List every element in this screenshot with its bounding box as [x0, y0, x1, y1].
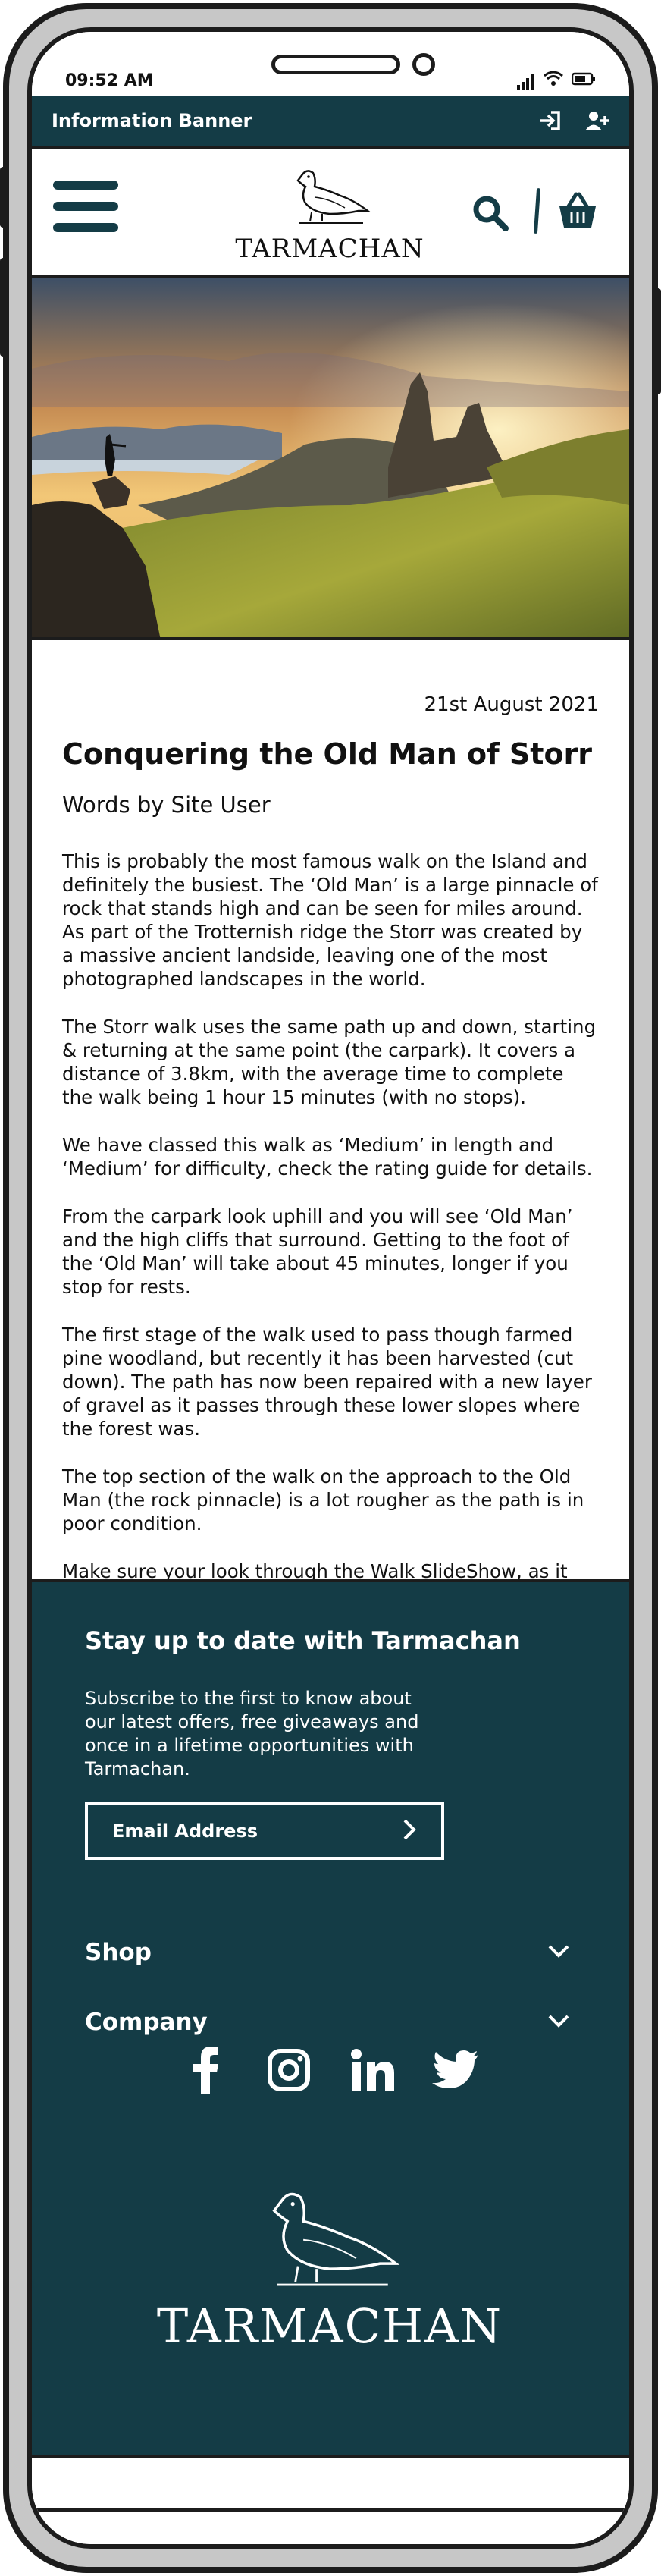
site-header: TARMACHAN	[32, 146, 629, 278]
article: 21st August 2021 Conquering the Old Man …	[32, 640, 629, 1606]
status-time: 09:52 AM	[65, 71, 154, 90]
hamburger-menu-icon[interactable]	[53, 181, 118, 241]
information-banner-label: Information Banner	[52, 110, 252, 131]
footer-logo-text: TARMACHAN	[156, 2298, 503, 2354]
ptarmigan-logo-icon	[272, 2192, 400, 2286]
facebook-icon[interactable]	[180, 2045, 230, 2095]
information-banner: Information Banner	[32, 96, 629, 146]
chevron-right-icon[interactable]	[402, 1818, 417, 1844]
chevron-down-icon	[547, 2013, 570, 2031]
logo-text: TARMACHAN	[235, 234, 424, 264]
status-bar: 09:52 AM	[32, 32, 629, 96]
status-icons	[517, 70, 596, 90]
article-paragraph: The first stage of the walk used to pass…	[62, 1324, 592, 1440]
accordion-label: Company	[85, 2009, 208, 2036]
search-icon[interactable]	[471, 194, 509, 232]
article-paragraph: We have classed this walk as ‘Medium’ in…	[62, 1134, 593, 1180]
front-camera	[412, 53, 435, 76]
footer-logo[interactable]: TARMACHAN	[129, 2182, 531, 2354]
email-input[interactable]: Email Address	[85, 1802, 444, 1860]
wifi-icon	[543, 70, 564, 90]
article-paragraph: The Storr walk uses the same path up and…	[62, 1016, 597, 1108]
footer-accordion-shop[interactable]: Shop	[85, 1939, 570, 1966]
chevron-down-icon	[547, 1943, 570, 1962]
article-paragraph: From the carpark look uphill and you wil…	[62, 1205, 573, 1298]
user-plus-icon[interactable]	[582, 105, 612, 136]
speaker-notch	[271, 55, 400, 74]
article-date: 21st August 2021	[424, 693, 599, 716]
newsletter-text: Subscribe to the first to know about our…	[85, 1688, 419, 1780]
bottom-safe-area	[32, 2458, 629, 2544]
twitter-icon[interactable]	[431, 2045, 481, 2095]
email-placeholder: Email Address	[112, 1820, 258, 1842]
article-paragraph: The top section of the walk on the appro…	[62, 1465, 584, 1535]
linkedin-icon[interactable]	[347, 2045, 397, 2095]
header-divider	[533, 187, 541, 234]
article-body: This is probably the most famous walk on…	[62, 850, 599, 1631]
accordion-label: Shop	[85, 1939, 152, 1966]
basket-icon[interactable]	[556, 190, 599, 232]
battery-icon	[571, 71, 596, 90]
sign-in-icon[interactable]	[535, 105, 565, 136]
instagram-icon[interactable]	[264, 2045, 314, 2095]
signal-icon	[517, 73, 535, 90]
newsletter-title: Stay up to date with Tarmachan	[85, 1626, 521, 1655]
footer-accordion-company[interactable]: Company	[85, 2009, 570, 2036]
phone-frame: 09:52 AM Information Banner TARMACHAN 21…	[3, 3, 658, 2573]
site-footer: Stay up to date with Tarmachan Subscribe…	[32, 1579, 629, 2458]
article-author: Words by Site User	[62, 792, 271, 818]
article-title: Conquering the Old Man of Storr	[62, 737, 593, 771]
social-links	[32, 2045, 629, 2095]
hero-photo	[32, 278, 629, 640]
ptarmigan-logo-icon	[296, 170, 371, 224]
site-logo[interactable]: TARMACHAN	[227, 164, 432, 270]
phone-screen: 09:52 AM Information Banner TARMACHAN 21…	[27, 27, 634, 2549]
article-paragraph: This is probably the most famous walk on…	[62, 850, 598, 990]
home-indicator	[32, 2508, 629, 2512]
